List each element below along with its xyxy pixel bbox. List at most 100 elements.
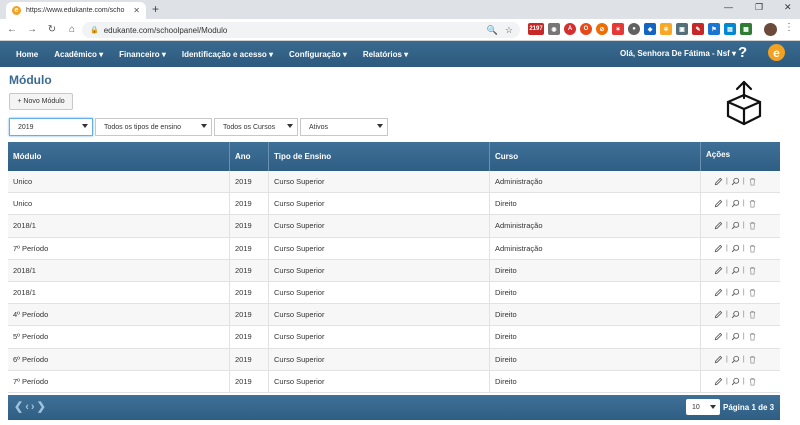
header-modulo[interactable]: Módulo bbox=[8, 142, 230, 171]
opera-extension-icon[interactable]: O bbox=[580, 23, 592, 35]
edit-pencil-icon[interactable] bbox=[714, 355, 723, 364]
gray-extension-icon[interactable]: ● bbox=[628, 23, 640, 35]
window-close-icon[interactable]: ✕ bbox=[784, 2, 792, 13]
pen-extension-icon[interactable]: ✎ bbox=[692, 23, 704, 35]
cell-curso: Direito bbox=[490, 193, 701, 215]
table-row[interactable]: 5º Período 2019 Curso Superior Direito | | bbox=[8, 326, 780, 349]
view-search-icon[interactable] bbox=[731, 288, 740, 297]
browser-tab[interactable]: e https://www.edukante.com/scho ✕ bbox=[6, 2, 146, 19]
edit-pencil-icon[interactable] bbox=[714, 221, 723, 230]
maximize-icon[interactable]: ❐ bbox=[755, 2, 763, 13]
prev-page-icon[interactable]: ‹ bbox=[25, 402, 29, 413]
table-header: Módulo Ano Tipo de Ensino Curso Ações bbox=[8, 142, 780, 171]
blocker-extension-icon[interactable]: ⊘ bbox=[596, 23, 608, 35]
edit-pencil-icon[interactable] bbox=[714, 266, 723, 275]
grid-extension-icon[interactable]: ▦ bbox=[740, 23, 752, 35]
edit-pencil-icon[interactable] bbox=[714, 288, 723, 297]
header-acoes: Ações bbox=[706, 150, 731, 159]
edit-pencil-icon[interactable] bbox=[714, 177, 723, 186]
view-search-icon[interactable] bbox=[731, 266, 740, 275]
table-row[interactable]: Unico 2019 Curso Superior Administração | | bbox=[8, 171, 780, 194]
year-select[interactable]: 2019 bbox=[9, 118, 93, 136]
table-row[interactable]: 7º Período 2019 Curso Superior Administraçã… bbox=[8, 237, 780, 260]
edukante-logo-icon[interactable]: e bbox=[768, 44, 785, 61]
view-search-icon[interactable] bbox=[731, 244, 740, 253]
status-select[interactable]: Ativos bbox=[300, 118, 388, 136]
nav-item-financeiro[interactable]: Financeiro ▾ bbox=[119, 50, 166, 59]
first-page-icon[interactable]: ❮ bbox=[14, 402, 23, 413]
nav-item-academico[interactable]: Acadêmico ▾ bbox=[54, 50, 103, 59]
delete-trash-icon[interactable] bbox=[748, 266, 757, 275]
table-row[interactable]: 4º Período 2019 Curso Superior Direito | | bbox=[8, 304, 780, 327]
reload-icon[interactable]: ↻ bbox=[44, 24, 60, 35]
edit-pencil-icon[interactable] bbox=[714, 199, 723, 208]
ensino-select[interactable]: Todos os tipos de ensino bbox=[95, 118, 212, 136]
edit-pencil-icon[interactable] bbox=[714, 377, 723, 386]
view-search-icon[interactable] bbox=[731, 355, 740, 364]
delete-trash-icon[interactable] bbox=[748, 288, 757, 297]
action-separator: | bbox=[742, 289, 745, 297]
table-row[interactable]: 2018/1 2019 Curso Superior Direito | | bbox=[8, 259, 780, 282]
cell-acoes: | | bbox=[701, 260, 780, 281]
sparkle-extension-icon[interactable]: ✶ bbox=[612, 23, 624, 35]
delete-trash-icon[interactable] bbox=[748, 355, 757, 364]
table-row[interactable]: Unico 2019 Curso Superior Direito | | bbox=[8, 193, 780, 216]
back-arrow-icon[interactable]: ← bbox=[4, 24, 20, 35]
edit-pencil-icon[interactable] bbox=[714, 244, 723, 253]
table-row[interactable]: 2018/1 2019 Curso Superior Administração | | bbox=[8, 215, 780, 238]
blue-extension-icon[interactable]: ◆ bbox=[644, 23, 656, 35]
nav-item-home[interactable]: Home bbox=[16, 50, 38, 59]
camera-extension-icon[interactable]: ◉ bbox=[548, 23, 560, 35]
home-icon[interactable]: ⌂ bbox=[64, 24, 80, 35]
abp-extension-icon[interactable]: A bbox=[564, 23, 576, 35]
view-search-icon[interactable] bbox=[731, 377, 740, 386]
delete-trash-icon[interactable] bbox=[748, 377, 757, 386]
table-row[interactable]: 7º Período 2019 Curso Superior Direito | | bbox=[8, 370, 780, 393]
table-row[interactable]: 6º Período 2019 Curso Superior Direito | | bbox=[8, 348, 780, 371]
user-menu[interactable]: Olá, Senhora De Fátima - Nsf ▾ bbox=[620, 49, 736, 58]
export-cube-icon[interactable] bbox=[722, 80, 766, 126]
view-search-icon[interactable] bbox=[731, 199, 740, 208]
browser-menu-icon[interactable]: ⋮ bbox=[784, 22, 794, 33]
edit-pencil-icon[interactable] bbox=[714, 310, 723, 319]
nav-item-identificacao[interactable]: Identificação e acesso ▾ bbox=[182, 50, 273, 59]
nav-item-relatorios[interactable]: Relatórios ▾ bbox=[363, 50, 408, 59]
header-ano[interactable]: Ano bbox=[230, 142, 269, 171]
delete-trash-icon[interactable] bbox=[748, 221, 757, 230]
header-curso[interactable]: Curso bbox=[490, 142, 701, 171]
minimize-icon[interactable]: — bbox=[724, 2, 733, 12]
new-module-button[interactable]: + Novo Módulo bbox=[9, 93, 73, 110]
delete-trash-icon[interactable] bbox=[748, 199, 757, 208]
flag-extension-icon[interactable]: ⚑ bbox=[708, 23, 720, 35]
bookmark-star-icon[interactable]: ☆ bbox=[505, 25, 513, 36]
zoom-icon[interactable]: 🔍 bbox=[487, 25, 498, 36]
gear-extension-icon[interactable]: ✲ bbox=[660, 23, 672, 35]
extension-badge-icon[interactable]: 2197 bbox=[528, 23, 544, 35]
view-search-icon[interactable] bbox=[731, 221, 740, 230]
view-search-icon[interactable] bbox=[731, 332, 740, 341]
puzzle-extension-icon[interactable]: ▣ bbox=[676, 23, 688, 35]
last-page-icon[interactable]: ❯ bbox=[37, 402, 46, 413]
close-icon[interactable]: ✕ bbox=[133, 6, 140, 15]
nav-item-configuracao[interactable]: Configuração ▾ bbox=[289, 50, 347, 59]
view-search-icon[interactable] bbox=[731, 177, 740, 186]
help-icon[interactable]: ? bbox=[738, 44, 747, 61]
profile-avatar[interactable] bbox=[764, 23, 777, 36]
delete-trash-icon[interactable] bbox=[748, 244, 757, 253]
table-row[interactable]: 2018/1 2019 Curso Superior Direito | | bbox=[8, 281, 780, 305]
delete-trash-icon[interactable] bbox=[748, 332, 757, 341]
new-tab-button[interactable]: + bbox=[152, 2, 159, 16]
edit-pencil-icon[interactable] bbox=[714, 332, 723, 341]
address-bar[interactable]: 🔒 edukante.com/schoolpanel/Modulo 🔍 ☆ bbox=[82, 22, 520, 38]
card-extension-icon[interactable]: ▤ bbox=[724, 23, 736, 35]
view-search-icon[interactable] bbox=[731, 310, 740, 319]
delete-trash-icon[interactable] bbox=[748, 177, 757, 186]
delete-trash-icon[interactable] bbox=[748, 310, 757, 319]
page-size-select[interactable]: 10 bbox=[686, 399, 720, 415]
cursos-select[interactable]: Todos os Cursos bbox=[214, 118, 298, 136]
header-tipo-ensino[interactable]: Tipo de Ensino bbox=[269, 142, 490, 171]
cell-acoes: | | bbox=[701, 371, 780, 392]
next-page-icon[interactable]: › bbox=[31, 402, 35, 413]
cell-tipo-ensino: Curso Superior bbox=[269, 215, 490, 237]
forward-arrow-icon[interactable]: → bbox=[24, 24, 40, 35]
